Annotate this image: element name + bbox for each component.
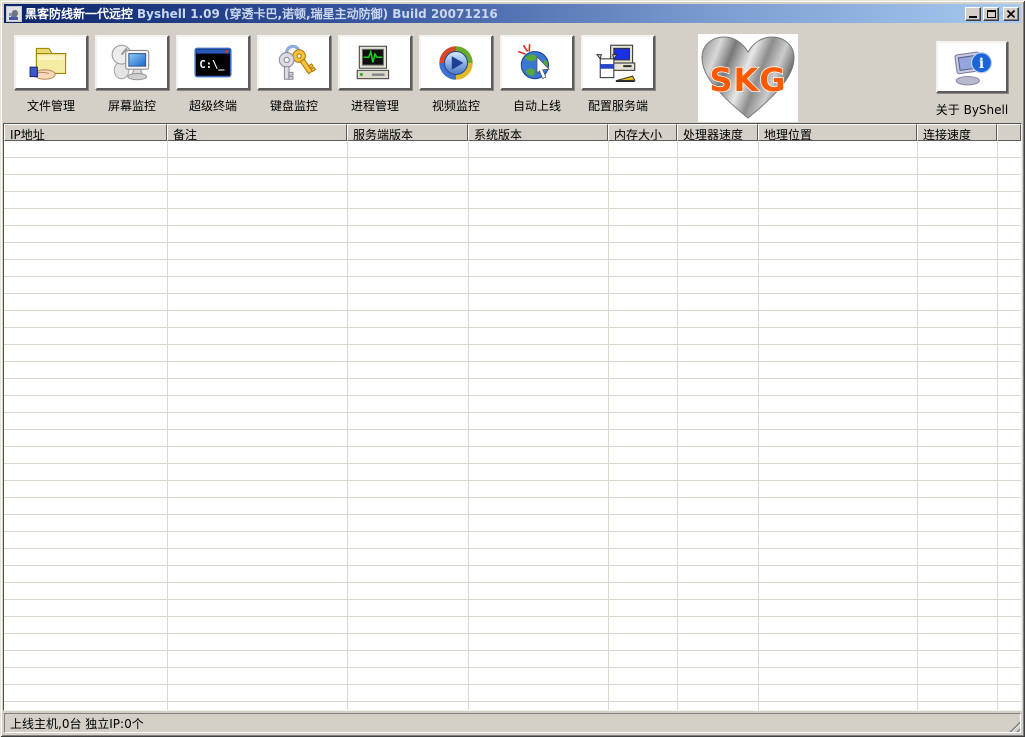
minimize-icon bbox=[969, 16, 977, 18]
toolbar-item-configure-server: 配置服务端 bbox=[581, 35, 655, 114]
grid-vline bbox=[347, 141, 348, 710]
column-header-remark[interactable]: 备注 bbox=[167, 124, 347, 141]
oscilloscope-computer-icon bbox=[352, 42, 398, 84]
app-window: 黑客防线新一代远控 Byshell 1.09 (穿透卡巴,诺顿,瑞星主动防御) B… bbox=[0, 0, 1025, 737]
toolbar-label: 配置服务端 bbox=[581, 97, 655, 114]
toolbar-item-file-manager: 文件管理 bbox=[14, 35, 88, 114]
toolbar-item-about: i 关于 ByShell bbox=[929, 41, 1015, 118]
about-label: 关于 ByShell bbox=[929, 101, 1015, 118]
media-player-icon bbox=[433, 42, 479, 84]
column-header-cpu-speed[interactable]: 处理器速度 bbox=[677, 124, 758, 141]
terminal-icon: C:\_ bbox=[190, 42, 236, 84]
status-text: 上线主机,0台 独立IP:0个 bbox=[10, 715, 144, 732]
grid-vline bbox=[917, 141, 918, 710]
grid-vline bbox=[997, 141, 998, 710]
status-panel: 上线主机,0台 独立IP:0个 bbox=[4, 713, 1021, 733]
close-button[interactable] bbox=[1003, 7, 1019, 21]
listview-body[interactable] bbox=[4, 141, 1021, 710]
screen-monitor-button[interactable] bbox=[95, 35, 169, 90]
toolbar-label: 键盘监控 bbox=[257, 97, 331, 114]
grid-vline bbox=[468, 141, 469, 710]
setup-computer-icon bbox=[595, 42, 641, 84]
svg-text:SKG: SKG bbox=[709, 61, 786, 99]
maximize-button[interactable] bbox=[983, 7, 999, 21]
column-header-os-version[interactable]: 系统版本 bbox=[468, 124, 608, 141]
keylogger-button[interactable] bbox=[257, 35, 331, 90]
satellite-monitor-icon bbox=[109, 42, 155, 84]
toolbar-item-video-monitor: 视频监控 bbox=[419, 35, 493, 114]
toolbar-item-terminal: C:\_ 超级终端 bbox=[176, 35, 250, 114]
column-header-connection-speed[interactable]: 连接速度 bbox=[917, 124, 997, 141]
about-button[interactable]: i bbox=[936, 41, 1008, 93]
column-header-location[interactable]: 地理位置 bbox=[758, 124, 917, 141]
auto-online-button[interactable] bbox=[500, 35, 574, 90]
column-header-filler bbox=[997, 124, 1021, 141]
maximize-icon bbox=[987, 10, 996, 18]
grid-vline bbox=[677, 141, 678, 710]
terminal-button[interactable]: C:\_ bbox=[176, 35, 250, 90]
toolbar-item-screen-monitor: 屏幕监控 bbox=[95, 35, 169, 114]
window-title-version: Byshell 1.09 (穿透卡巴,诺顿,瑞星主动防御) Build 2007… bbox=[137, 7, 498, 21]
toolbar-label: 屏幕监控 bbox=[95, 97, 169, 114]
video-monitor-button[interactable] bbox=[419, 35, 493, 90]
skg-logo: SKG bbox=[698, 34, 798, 122]
toolbar-label: 进程管理 bbox=[338, 97, 412, 114]
listview-header: IP地址 备注 服务端版本 系统版本 内存大小 处理器速度 地理位置 连接速度 bbox=[4, 124, 1021, 141]
toolbar-label: 自动上线 bbox=[500, 97, 574, 114]
toolbar-label: 视频监控 bbox=[419, 97, 493, 114]
toolbar-label: 超级终端 bbox=[176, 97, 250, 114]
column-header-memory[interactable]: 内存大小 bbox=[608, 124, 677, 141]
about-info-icon: i bbox=[950, 47, 994, 87]
toolbar-item-auto-online: 自动上线 bbox=[500, 35, 574, 114]
window-title-cn: 黑客防线新一代远控 bbox=[25, 7, 133, 21]
window-controls bbox=[963, 7, 1019, 21]
minimize-button[interactable] bbox=[965, 7, 981, 21]
toolbar-item-keylogger: 键盘监控 bbox=[257, 35, 331, 114]
skg-heart-icon: SKG bbox=[698, 34, 798, 122]
folder-hand-icon bbox=[28, 42, 74, 84]
grid-vline bbox=[167, 141, 168, 710]
keys-icon bbox=[271, 42, 317, 84]
column-header-server-version[interactable]: 服务端版本 bbox=[347, 124, 468, 141]
status-bar: 上线主机,0台 独立IP:0个 bbox=[4, 711, 1021, 733]
process-manager-button[interactable] bbox=[338, 35, 412, 90]
configure-server-button[interactable] bbox=[581, 35, 655, 90]
column-header-ip[interactable]: IP地址 bbox=[4, 124, 167, 141]
hosts-listview[interactable]: IP地址 备注 服务端版本 系统版本 内存大小 处理器速度 地理位置 连接速度 bbox=[3, 123, 1022, 711]
window-title: 黑客防线新一代远控 Byshell 1.09 (穿透卡巴,诺顿,瑞星主动防御) B… bbox=[25, 5, 498, 22]
close-icon bbox=[1006, 9, 1016, 19]
file-manager-button[interactable] bbox=[14, 35, 88, 90]
toolbar-label: 文件管理 bbox=[14, 97, 88, 114]
grid-vline bbox=[758, 141, 759, 710]
svg-text:i: i bbox=[979, 56, 984, 72]
title-bar[interactable]: 黑客防线新一代远控 Byshell 1.09 (穿透卡巴,诺顿,瑞星主动防御) B… bbox=[4, 4, 1021, 23]
toolbar-item-process-manager: 进程管理 bbox=[338, 35, 412, 114]
app-icon[interactable] bbox=[6, 6, 22, 22]
globe-cursor-icon bbox=[514, 42, 560, 84]
svg-text:C:\_: C:\_ bbox=[199, 59, 225, 71]
grid-vline bbox=[608, 141, 609, 710]
